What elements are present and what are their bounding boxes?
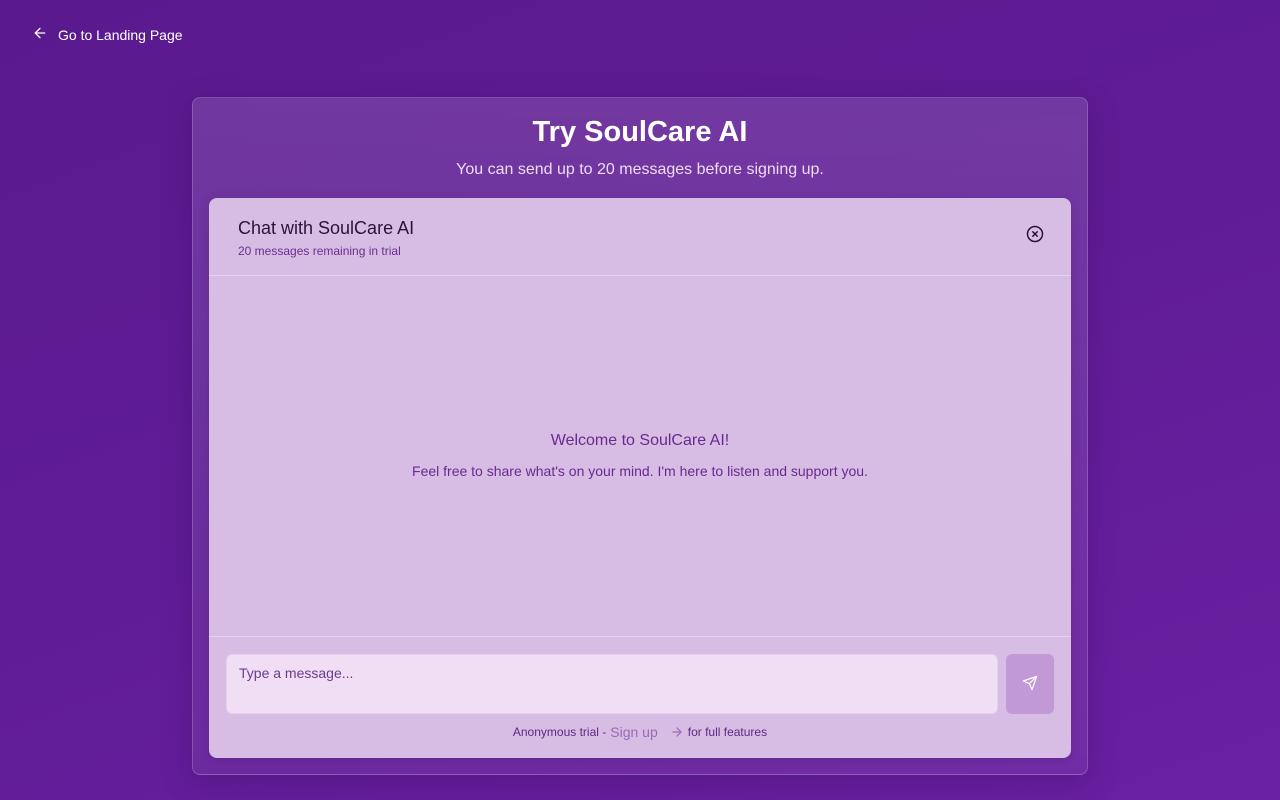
page-title: Try SoulCare AI: [532, 116, 748, 148]
trial-prefix: Anonymous trial -: [512, 725, 607, 739]
chat-header: Chat with SoulCare AI 20 messages remain…: [209, 198, 1071, 276]
welcome-text: Feel free to share what's on your mind. …: [412, 463, 868, 479]
trial-suffix: for full features: [687, 725, 768, 739]
chat-messages-area: Welcome to SoulCare AI! Feel free to sha…: [209, 276, 1071, 636]
arrow-right-icon: [670, 725, 684, 739]
signup-link[interactable]: Sign up: [610, 724, 657, 740]
arrow-left-icon: [32, 25, 48, 44]
send-icon: [1022, 675, 1038, 694]
chat-title: Chat with SoulCare AI: [238, 218, 415, 238]
chat-footer: Anonymous trial - Sign up for full featu…: [209, 636, 1071, 758]
back-link-label: Go to Landing Page: [58, 26, 183, 43]
circle-x-icon: [1026, 225, 1044, 248]
send-button[interactable]: [1006, 654, 1054, 714]
trial-note: Anonymous trial - Sign up for full featu…: [209, 724, 1071, 740]
back-to-landing-link[interactable]: Go to Landing Page: [32, 25, 183, 44]
messages-remaining: 20 messages remaining in trial: [238, 244, 401, 258]
page-subtitle: You can send up to 20 messages before si…: [456, 161, 824, 178]
message-input[interactable]: [226, 654, 998, 714]
close-chat-button[interactable]: [1026, 225, 1044, 248]
trial-container: Try SoulCare AI You can send up to 20 me…: [192, 97, 1088, 775]
chat-panel: Chat with SoulCare AI 20 messages remain…: [209, 198, 1071, 758]
welcome-title: Welcome to SoulCare AI!: [550, 432, 730, 449]
